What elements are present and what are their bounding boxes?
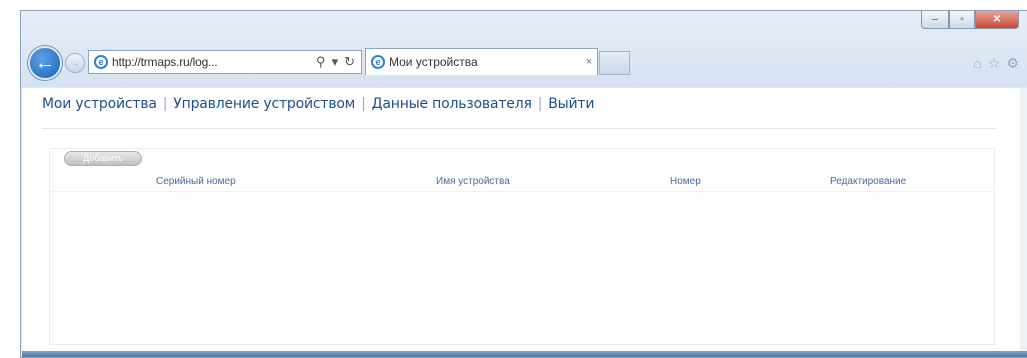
column-device-name: Имя устройства xyxy=(436,176,510,187)
column-serial-number: Серийный номер xyxy=(156,176,236,187)
window-bottom-border xyxy=(22,351,1027,357)
dropdown-icon[interactable]: ▾ xyxy=(332,54,339,70)
favorites-icon[interactable]: ☆ xyxy=(988,55,1001,72)
nav-separator: | xyxy=(162,96,168,112)
address-bar[interactable]: e http://trmaps.ru/log... ⚲ ▾ ↻ xyxy=(88,50,362,74)
minimize-button[interactable]: – xyxy=(921,11,949,29)
forward-button[interactable]: → xyxy=(65,53,85,73)
window-controls: – ▫ ✕ xyxy=(921,11,1019,31)
page-content: Мои устройства | Управление устройством | Да… xyxy=(22,88,1027,351)
nav-logout[interactable]: Выйти xyxy=(548,96,594,112)
address-url[interactable]: http://trmaps.ru/log... xyxy=(112,55,316,69)
nav-device-management[interactable]: Управление устройством xyxy=(173,96,355,112)
back-arrow-icon: ← xyxy=(35,51,55,74)
ie-page-icon: e xyxy=(94,55,108,69)
browser-chrome: – ▫ ✕ ← → e http://trmaps.ru/log... ⚲ ▾ … xyxy=(21,11,1027,87)
devices-panel: Добавить Серийный номер Имя устройства Н… xyxy=(49,148,995,345)
nav-separator: | xyxy=(537,96,543,112)
tab-my-devices[interactable]: e Мои устройства × xyxy=(365,48,598,75)
devices-table-header: Серийный номер Имя устройства Номер Реда… xyxy=(50,171,994,192)
new-tab-button[interactable] xyxy=(599,51,630,75)
tab-label: Мои устройства xyxy=(389,55,478,69)
close-window-button[interactable]: ✕ xyxy=(975,11,1019,29)
back-button[interactable]: ← xyxy=(28,46,62,80)
tab-favicon-icon: e xyxy=(371,55,385,69)
browser-toolbar-right: ⌂ ☆ ⚙ xyxy=(973,55,1019,72)
tab-close-icon[interactable]: × xyxy=(581,56,597,68)
maximize-button[interactable]: ▫ xyxy=(949,11,975,29)
forward-arrow-icon: → xyxy=(70,57,80,69)
add-device-button[interactable]: Добавить xyxy=(64,151,142,166)
top-navigation: Мои устройства | Управление устройством | Да… xyxy=(42,96,594,112)
nav-user-data[interactable]: Данные пользователя xyxy=(372,96,532,112)
settings-gear-icon[interactable]: ⚙ xyxy=(1006,55,1019,72)
column-number: Номер xyxy=(670,176,701,187)
nav-divider xyxy=(42,128,997,129)
browser-window: – ▫ ✕ ← → e http://trmaps.ru/log... ⚲ ▾ … xyxy=(20,10,1027,358)
window-right-edge xyxy=(1020,88,1027,351)
home-icon[interactable]: ⌂ xyxy=(973,55,981,72)
search-icon[interactable]: ⚲ xyxy=(316,54,326,70)
refresh-icon[interactable]: ↻ xyxy=(344,54,355,70)
column-edit: Редактирование xyxy=(830,176,907,187)
nav-my-devices[interactable]: Мои устройства xyxy=(42,96,157,112)
nav-separator: | xyxy=(361,96,366,112)
